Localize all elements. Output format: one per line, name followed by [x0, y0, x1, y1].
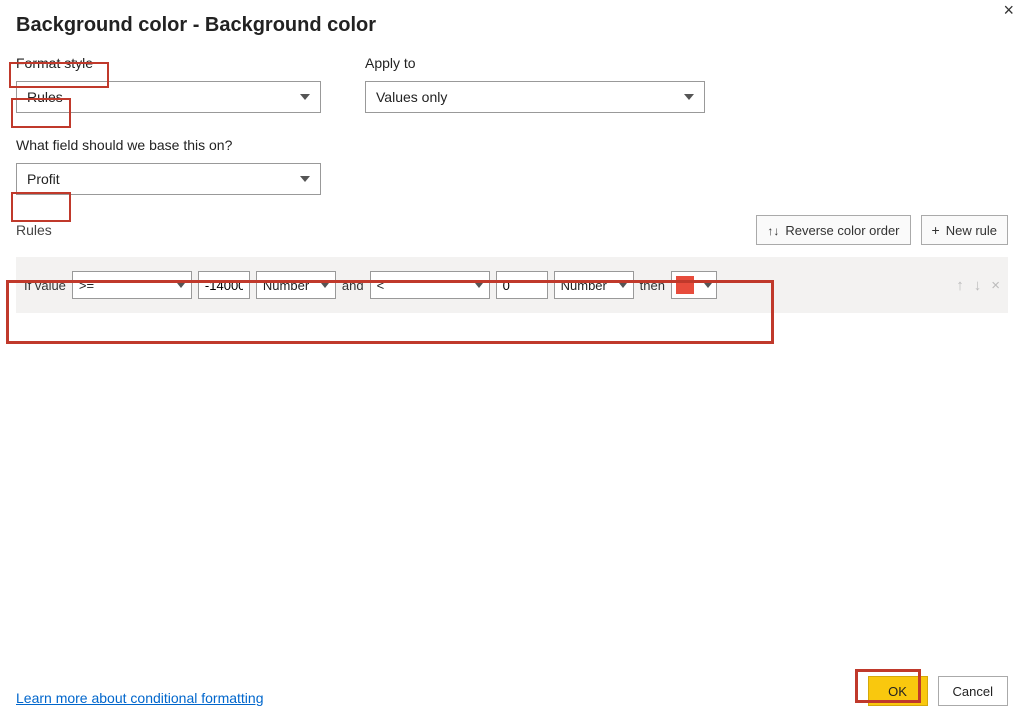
rule-op2-value: < [377, 278, 385, 293]
cancel-button[interactable]: Cancel [938, 676, 1008, 706]
chevron-down-icon [300, 176, 310, 182]
reverse-color-order-button[interactable]: Reverse color order [756, 215, 910, 245]
rule-type2-select[interactable]: Number [554, 271, 634, 299]
move-down-icon[interactable]: ↓ [974, 277, 982, 294]
ok-button[interactable]: OK [868, 676, 928, 706]
and-label: and [342, 278, 364, 293]
format-style-select[interactable]: Rules [16, 81, 321, 113]
rule-type1-select[interactable]: Number [256, 271, 336, 299]
apply-to-select[interactable]: Values only [365, 81, 705, 113]
if-value-label: If value [24, 278, 66, 293]
base-field-select[interactable]: Profit [16, 163, 321, 195]
base-field-label: What field should we base this on? [16, 137, 1008, 153]
then-label: then [640, 278, 665, 293]
chevron-down-icon [177, 283, 185, 288]
rule-color-picker[interactable] [671, 271, 717, 299]
close-icon[interactable]: × [1003, 0, 1014, 21]
rule-op1-select[interactable]: >= [72, 271, 192, 299]
chevron-down-icon [619, 283, 627, 288]
dialog-title: Background color - Background color [16, 14, 1008, 37]
new-rule-label: New rule [946, 223, 997, 238]
rule-type1-value: Number [263, 278, 309, 293]
chevron-down-icon [704, 283, 712, 288]
learn-more-link[interactable]: Learn more about conditional formatting [16, 690, 263, 706]
rule-op2-select[interactable]: < [370, 271, 490, 299]
chevron-down-icon [321, 283, 329, 288]
reverse-icon [767, 223, 779, 238]
rule-val2-input[interactable] [496, 271, 548, 299]
plus-icon [932, 222, 940, 238]
format-style-value: Rules [27, 89, 63, 105]
rule-val1-input[interactable] [198, 271, 250, 299]
rules-section-label: Rules [16, 222, 52, 238]
reverse-label: Reverse color order [785, 223, 899, 238]
color-swatch [676, 276, 694, 294]
move-up-icon[interactable]: ↑ [956, 277, 964, 294]
rule-type2-value: Number [561, 278, 607, 293]
chevron-down-icon [300, 94, 310, 100]
new-rule-button[interactable]: New rule [921, 215, 1008, 245]
apply-to-label: Apply to [365, 55, 705, 71]
format-style-label: Format style [16, 55, 321, 71]
rule-op1-value: >= [79, 278, 94, 293]
delete-rule-icon[interactable]: × [991, 277, 1000, 294]
chevron-down-icon [684, 94, 694, 100]
chevron-down-icon [475, 283, 483, 288]
rule-row: If value >= Number and < Number then ↑ ↓… [16, 257, 1008, 313]
apply-to-value: Values only [376, 89, 447, 105]
base-field-value: Profit [27, 171, 60, 187]
